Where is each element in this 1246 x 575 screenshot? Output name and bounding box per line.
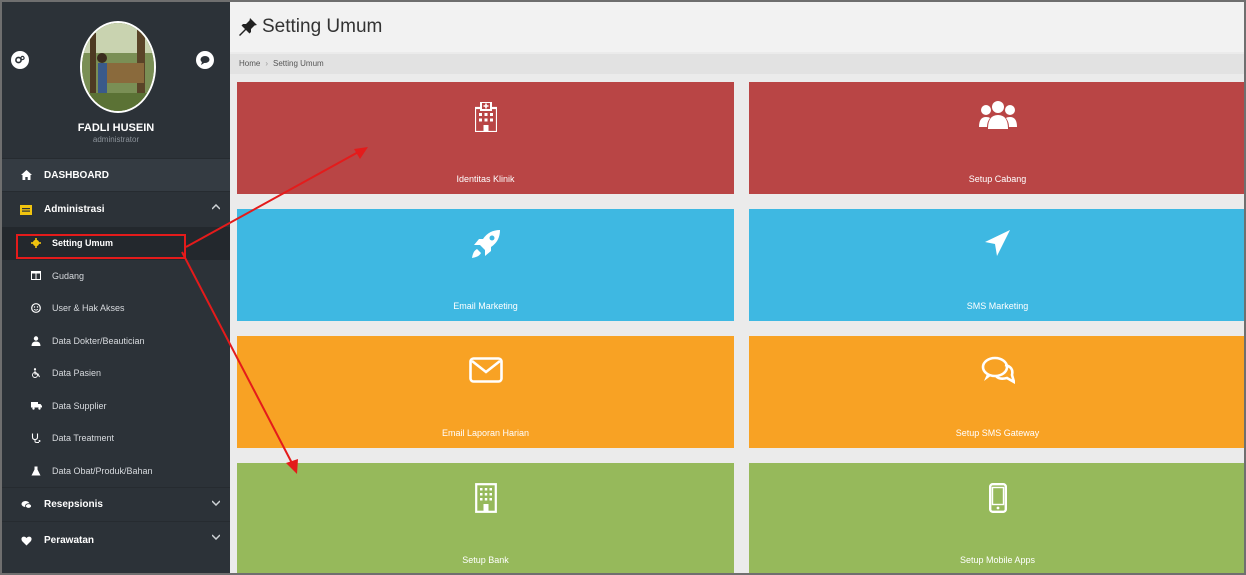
tile-email-laporan-harian[interactable]: Email Laporan Harian bbox=[237, 336, 734, 448]
stethoscope-icon bbox=[30, 433, 42, 444]
tile-identitas-klinik[interactable]: Identitas Klinik bbox=[237, 82, 734, 194]
chevron-down-icon bbox=[211, 498, 221, 508]
settings-cog-icon[interactable] bbox=[11, 51, 29, 69]
chat-bubbles-icon bbox=[749, 356, 1244, 384]
rocket-icon bbox=[237, 229, 734, 259]
home-icon bbox=[18, 170, 34, 180]
sidebar-item-label: Perawatan bbox=[44, 535, 95, 546]
tile-label: Setup SMS Gateway bbox=[955, 428, 1040, 438]
sidebar-item-dashboard[interactable]: DASHBOARD bbox=[2, 158, 230, 191]
sidebar-subitem-label: Data Dokter/Beautician bbox=[52, 335, 145, 346]
chevron-down-icon bbox=[211, 532, 221, 542]
sidebar-subitem-gudang[interactable]: Gudang bbox=[2, 259, 230, 292]
tile-email-marketing[interactable]: Email Marketing bbox=[237, 209, 734, 321]
columns-icon bbox=[30, 271, 42, 281]
tile-setup-sms-gateway[interactable]: Setup SMS Gateway bbox=[749, 336, 1244, 448]
tile-label: Setup Mobile Apps bbox=[959, 555, 1036, 565]
sidebar-subitem-data-supplier[interactable]: Data Supplier bbox=[2, 389, 230, 422]
sidebar-item-resepsionis[interactable]: Resepsionis bbox=[2, 487, 230, 521]
sidebar-subitem-user-hak-akses[interactable]: User & Hak Akses bbox=[2, 292, 230, 325]
heart-icon bbox=[18, 536, 34, 546]
location-arrow-icon bbox=[749, 229, 1244, 257]
sidebar-item-label: DASHBOARD bbox=[44, 169, 109, 181]
breadcrumb: Home › Setting Umum bbox=[230, 54, 1244, 74]
gear-icon bbox=[30, 238, 42, 249]
sidebar-menu: DASHBOARD Administrasi Setting Umum Guda… bbox=[2, 158, 230, 559]
tile-label: Identitas Klinik bbox=[456, 174, 515, 184]
tile-setup-mobile-apps[interactable]: Setup Mobile Apps bbox=[749, 463, 1244, 573]
building-icon bbox=[237, 483, 734, 513]
chat-icon[interactable] bbox=[196, 51, 214, 69]
sidebar-subitem-data-treatment[interactable]: Data Treatment bbox=[2, 422, 230, 455]
sidebar-subitem-label: Data Pasien bbox=[52, 368, 102, 379]
sidebar-item-label: Administrasi bbox=[44, 204, 105, 215]
breadcrumb-home-link[interactable]: Home bbox=[239, 59, 260, 68]
envelope-icon bbox=[237, 356, 734, 384]
sidebar-subitem-label: Data Treatment bbox=[52, 433, 115, 444]
doctor-icon bbox=[30, 336, 42, 346]
users-icon bbox=[749, 100, 1244, 130]
wheelchair-icon bbox=[30, 368, 42, 379]
tile-label: Email Marketing bbox=[453, 301, 518, 311]
sidebar-subitem-data-obat[interactable]: Data Obat/Produk/Bahan bbox=[2, 454, 230, 487]
folder-icon bbox=[18, 204, 34, 215]
sidebar-subitem-data-pasien[interactable]: Data Pasien bbox=[2, 357, 230, 390]
app-window: FADLI HUSEIN administrator DASHBOARD Adm… bbox=[0, 0, 1246, 575]
tile-label: Email Laporan Harian bbox=[441, 428, 530, 438]
user-circle-icon bbox=[30, 303, 42, 314]
sidebar-subitem-data-dokter[interactable]: Data Dokter/Beautician bbox=[2, 324, 230, 357]
sidebar-subitem-label: User & Hak Akses bbox=[52, 303, 125, 314]
tile-label: Setup Cabang bbox=[968, 174, 1027, 184]
mobile-phone-icon bbox=[749, 483, 1244, 513]
page-title: Setting Umum bbox=[262, 16, 383, 37]
tile-label: SMS Marketing bbox=[966, 301, 1029, 311]
tile-sms-marketing[interactable]: SMS Marketing bbox=[749, 209, 1244, 321]
hospital-icon bbox=[237, 102, 734, 132]
sidebar-subitem-label: Gudang bbox=[52, 270, 85, 281]
profile-role: administrator bbox=[92, 135, 140, 144]
sidebar-item-administrasi[interactable]: Administrasi bbox=[2, 191, 230, 227]
breadcrumb-separator-icon: › bbox=[265, 59, 269, 68]
tile-setup-bank[interactable]: Setup Bank bbox=[237, 463, 734, 573]
profile-name: FADLI HUSEIN bbox=[77, 122, 155, 134]
sidebar-subitem-label: Data Supplier bbox=[52, 400, 107, 411]
sidebar-item-label: Resepsionis bbox=[44, 499, 103, 510]
flask-icon bbox=[30, 466, 42, 476]
profile-panel: FADLI HUSEIN administrator bbox=[2, 2, 230, 158]
sidebar-subitem-label: Setting Umum bbox=[52, 238, 114, 249]
sidebar-item-perawatan[interactable]: Perawatan bbox=[2, 521, 230, 559]
comments-icon bbox=[18, 500, 34, 510]
sidebar: FADLI HUSEIN administrator DASHBOARD Adm… bbox=[2, 2, 230, 573]
avatar bbox=[80, 21, 156, 113]
truck-icon bbox=[30, 401, 42, 410]
main-content: Setting Umum Home › Setting Umum Identitas… bbox=[230, 2, 1244, 573]
tile-label: Setup Bank bbox=[462, 555, 509, 565]
tile-setup-cabang[interactable]: Setup Cabang bbox=[749, 82, 1244, 194]
chevron-up-icon bbox=[211, 202, 221, 212]
pin-icon bbox=[238, 17, 258, 42]
breadcrumb-current: Setting Umum bbox=[273, 59, 324, 68]
sidebar-subitem-label: Data Obat/Produk/Bahan bbox=[52, 465, 153, 476]
sidebar-subitem-setting-umum[interactable]: Setting Umum bbox=[2, 227, 230, 260]
page-header: Setting Umum bbox=[230, 2, 1244, 52]
